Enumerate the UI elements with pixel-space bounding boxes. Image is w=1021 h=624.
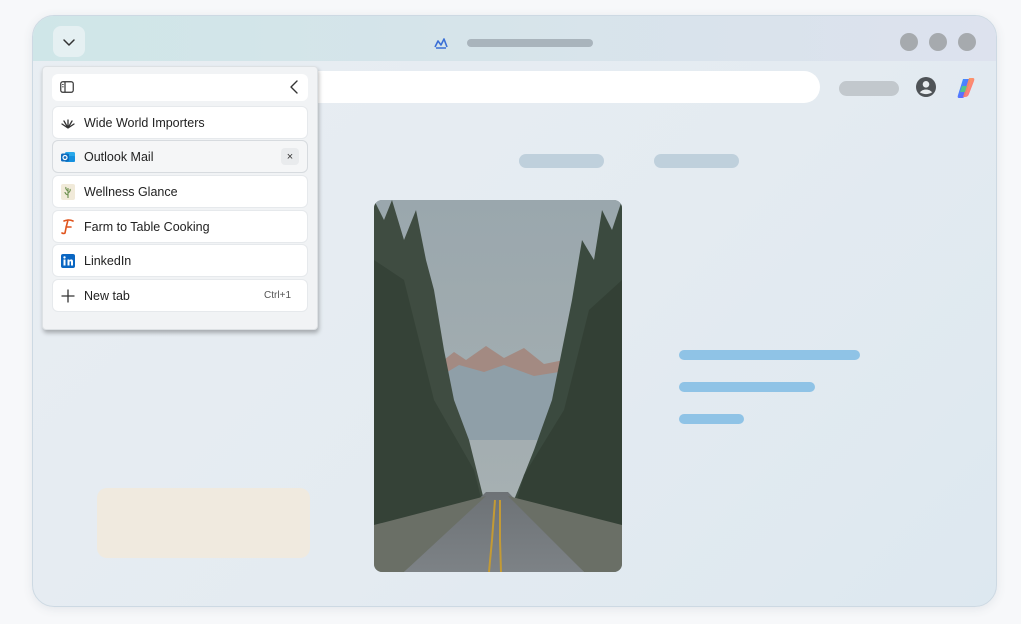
farm-to-table-icon [60,218,76,235]
window-title-placeholder [467,39,593,47]
tab-label: Wide World Importers [84,115,205,130]
wellness-icon [60,183,76,200]
new-tab-button[interactable]: New tab Ctrl+1 [52,279,308,312]
copilot-small-icon [434,38,448,49]
card-placeholder [97,488,310,558]
nav-link-placeholder [654,154,739,168]
tab-label: Outlook Mail [84,149,154,164]
copilot-icon[interactable] [954,76,978,100]
close-tab-icon[interactable]: × [281,148,299,165]
new-tab-shortcut: Ctrl+1 [264,290,291,301]
content-line-placeholder [679,414,744,424]
toolbar-placeholder [839,81,899,96]
linkedin-icon [60,253,76,269]
minimize-button[interactable] [900,33,918,51]
content-line-placeholder [679,382,815,392]
tab-label: Wellness Glance [84,184,178,199]
sidebar-toggle-icon[interactable] [60,81,74,93]
tab-label: Farm to Table Cooking [84,219,210,234]
tab-outlook-mail[interactable]: Outlook Mail × [52,140,308,173]
tab-farm-to-table-cooking[interactable]: Farm to Table Cooking [52,210,308,243]
vertical-tabs-panel: Wide World Importers Outlook Mail × Well… [42,66,318,330]
plus-icon [60,288,76,304]
tab-label: LinkedIn [84,253,132,268]
tabs-panel-header [52,74,308,101]
tab-actions-button[interactable] [53,26,85,57]
tab-wellness-glance[interactable]: Wellness Glance [52,175,308,208]
maximize-button[interactable] [929,33,947,51]
title-bar [33,16,996,61]
tab-wide-world-importers[interactable]: Wide World Importers [52,106,308,139]
outlook-icon [60,149,76,165]
forest-road-image [374,200,622,572]
tab-linkedin[interactable]: LinkedIn [52,244,308,277]
chevron-left-icon[interactable] [288,79,300,95]
plant-logo-icon [60,115,76,131]
nav-link-placeholder [519,154,604,168]
close-window-button[interactable] [958,33,976,51]
chevron-down-icon [63,38,75,46]
forest-road-illustration [374,200,622,572]
new-tab-label: New tab [84,288,130,303]
content-line-placeholder [679,350,860,360]
profile-icon[interactable] [915,76,937,98]
